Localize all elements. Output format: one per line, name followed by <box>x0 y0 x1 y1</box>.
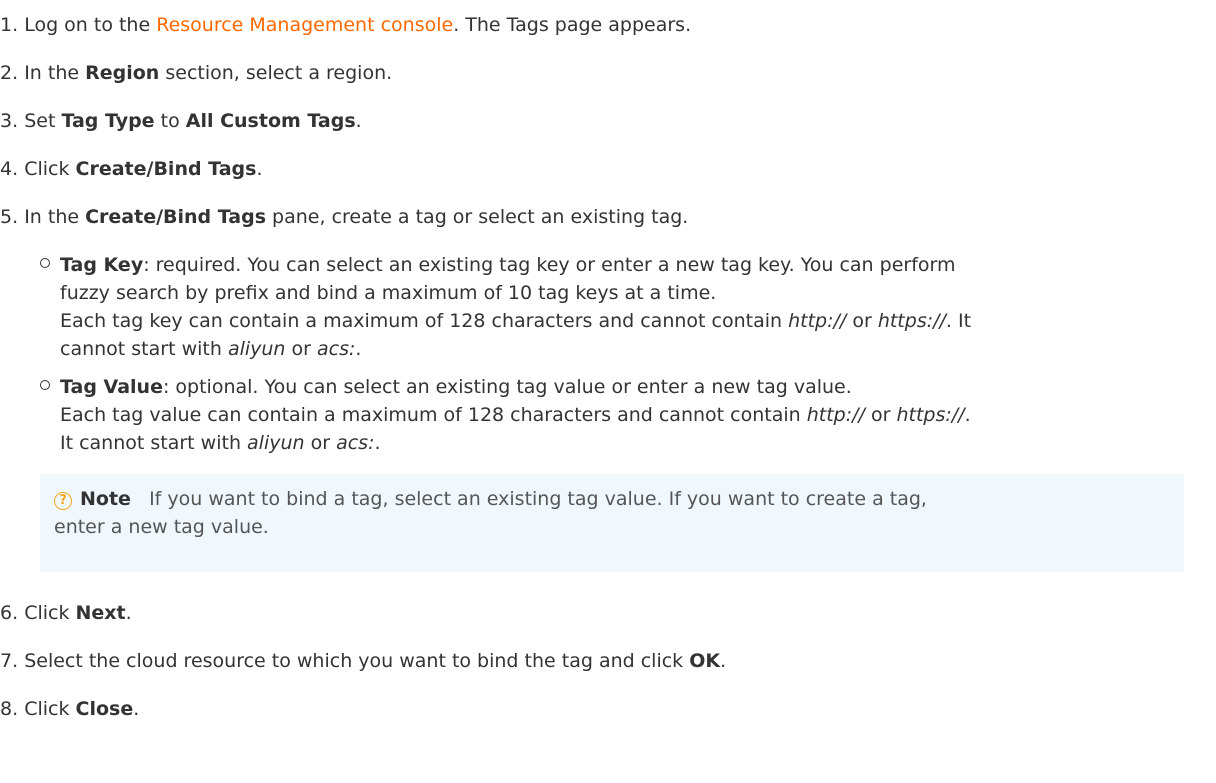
step-number: 1. <box>0 14 19 36</box>
tag-key-term: Tag Key <box>60 254 144 276</box>
resource-management-console-link[interactable]: Resource Management console <box>156 14 453 36</box>
tag-key-line-4: cannot start with aliyun or acs:. <box>60 338 362 360</box>
https-term: https:// <box>877 310 946 332</box>
step-text: . <box>720 650 727 672</box>
step-number: 7. <box>0 650 19 672</box>
create-bind-tags-term: Create/Bind Tags <box>75 158 257 180</box>
tag-value-line-3: It cannot start with aliyun or acs:. <box>60 432 381 454</box>
create-bind-tags-term: Create/Bind Tags <box>85 206 267 228</box>
step-text: Set <box>24 110 62 132</box>
step-number: 3. <box>0 110 19 132</box>
step-number: 6. <box>0 602 19 624</box>
step-text: . <box>355 110 362 132</box>
next-term: Next <box>75 602 126 624</box>
http-term: http:// <box>788 310 847 332</box>
step-text: Click <box>24 602 76 624</box>
tag-type-term: Tag Type <box>61 110 155 132</box>
step-7: 7. Select the cloud resource to which yo… <box>0 648 726 674</box>
step-text: . The Tags page appears. <box>453 14 692 36</box>
tag-key-line-3: Each tag key can contain a maximum of 12… <box>60 310 972 332</box>
aliyun-term: aliyun <box>227 338 286 360</box>
acs-term: acs: <box>336 432 375 454</box>
ok-term: OK <box>689 650 721 672</box>
step-text: In the <box>24 206 86 228</box>
tag-key-item: Tag Key: required. You can select an exi… <box>40 252 956 278</box>
close-term: Close <box>75 698 134 720</box>
tag-value-line-2: Each tag value can contain a maximum of … <box>60 404 971 426</box>
step-text: to <box>154 110 186 132</box>
step-text: . <box>133 698 140 720</box>
step-text: . <box>256 158 263 180</box>
step-text: Log on to the <box>24 14 157 36</box>
question-icon: ? <box>54 492 72 510</box>
all-custom-tags-term: All Custom Tags <box>185 110 356 132</box>
step-text: In the <box>24 62 86 84</box>
note-line-1: Note If you want to bind a tag, select a… <box>80 488 927 510</box>
tag-value-text: : optional. You can select an existing t… <box>162 376 852 398</box>
http-term: http:// <box>806 404 865 426</box>
step-text: Click <box>24 698 76 720</box>
region-term: Region <box>85 62 160 84</box>
step-number: 5. <box>0 206 19 228</box>
step-number: 8. <box>0 698 19 720</box>
tag-value-bullet: Tag Value: optional. You can select an e… <box>40 374 852 400</box>
step-text: Click <box>24 158 76 180</box>
tag-key-text: : required. You can select an existing t… <box>143 254 956 276</box>
aliyun-term: aliyun <box>247 432 305 454</box>
step-text: Select the cloud resource to which you w… <box>24 650 690 672</box>
step-1: 1. Log on to the Resource Management con… <box>0 12 691 38</box>
step-3: 3. Set Tag Type to All Custom Tags. <box>0 108 362 134</box>
step-text: . <box>125 602 132 624</box>
bullet-icon <box>40 380 50 390</box>
tag-value-term: Tag Value <box>60 376 163 398</box>
https-term: https:// <box>896 404 965 426</box>
step-number: 2. <box>0 62 19 84</box>
step-5: 5. In the Create/Bind Tags pane, create … <box>0 204 688 230</box>
bullet-icon <box>40 258 50 268</box>
step-2: 2. In the Region section, select a regio… <box>0 60 392 86</box>
note-line-2: enter a new tag value. <box>54 516 269 538</box>
step-8: 8. Click Close. <box>0 696 139 722</box>
tag-key-line-2: fuzzy search by prefix and bind a maximu… <box>60 282 717 304</box>
step-number: 4. <box>0 158 19 180</box>
step-6: 6. Click Next. <box>0 600 132 626</box>
step-text: pane, create a tag or select an existing… <box>266 206 689 228</box>
step-4: 4. Click Create/Bind Tags. <box>0 156 262 182</box>
acs-term: acs: <box>316 338 356 360</box>
step-text: section, select a region. <box>159 62 393 84</box>
note-title: Note <box>80 488 131 510</box>
